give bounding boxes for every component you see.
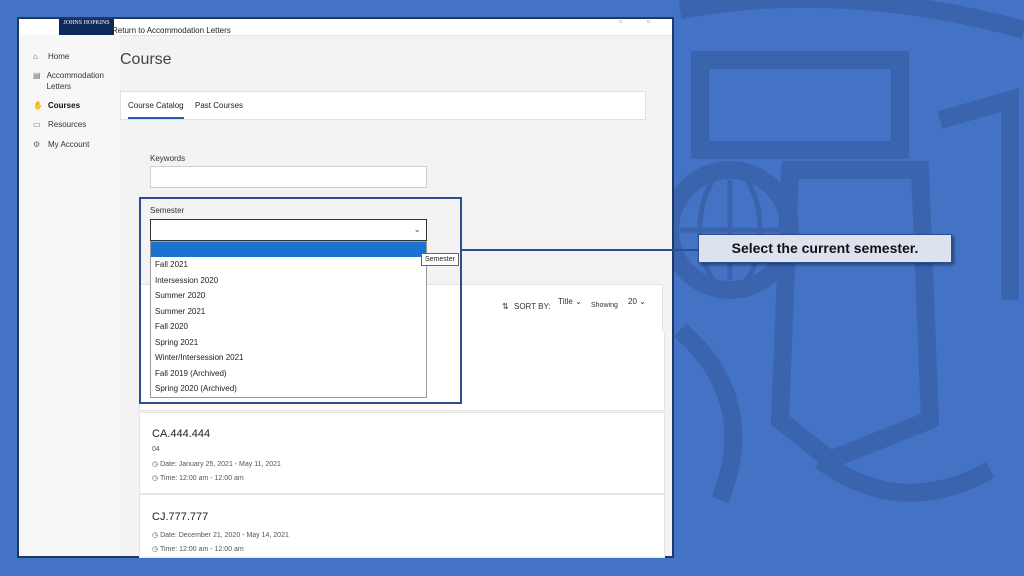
course-time-text: Time: 12:00 am - 12:00 am [159, 475, 244, 482]
sidebar: ⌂ Home ▤ Accommodation Letters ✋ Courses… [19, 35, 119, 555]
course-time-text: Time: 12:00 am - 12:00 am [159, 546, 244, 553]
showing-value: 20 [628, 297, 637, 306]
sidebar-item-label: Accommodation Letters [46, 71, 104, 91]
chevron-down-icon: ⌄ [575, 297, 582, 306]
home-icon: ⌂ [33, 52, 38, 61]
hand-icon: ✋ [33, 101, 43, 110]
notification-icon[interactable]: ▫ [619, 19, 629, 26]
course-time: ◷ Time: 12:00 am - 12:00 am [152, 474, 244, 482]
sidebar-item-label: Home [48, 52, 70, 61]
clock-icon: ◷ [152, 475, 159, 482]
sort-label: SORT BY: [514, 302, 551, 311]
instruction-callout: Select the current semester. [698, 234, 952, 263]
showing-label: Showing [591, 302, 618, 309]
course-card[interactable]: CJ.777.777 ◷ Date: December 21, 2020 - M… [139, 494, 665, 558]
page-title: Course [120, 51, 172, 68]
sidebar-item-label: Courses [48, 101, 81, 110]
tab-past-courses[interactable]: Past Courses [195, 101, 243, 110]
clock-icon: ◷ [152, 532, 159, 539]
course-time: ◷ Time: 12:00 am - 12:00 am [152, 545, 244, 553]
sidebar-item-home[interactable]: ⌂ Home [33, 51, 69, 62]
sort-icon: ⇅ [502, 302, 509, 311]
semester-highlight-box [139, 197, 462, 404]
chevron-down-icon: ⌄ [639, 297, 646, 306]
showing-select[interactable]: 20 ⌄ [628, 297, 646, 306]
clock-icon: ◷ [152, 546, 159, 553]
tab-course-catalog[interactable]: Course Catalog [128, 101, 184, 119]
sidebar-item-label: Resources [48, 120, 87, 129]
logo-text: JOHNS HOPKINS [63, 20, 110, 26]
keywords-input[interactable] [150, 166, 427, 188]
course-tabs: Course Catalog Past Courses [120, 91, 646, 120]
sidebar-item-my-account[interactable]: ⚙ My Account [33, 139, 89, 150]
sort-value: Title [558, 297, 573, 306]
course-date-text: Date: January 25, 2021 - May 11, 2021 [160, 461, 281, 468]
callout-connector-line [462, 249, 698, 251]
return-link[interactable]: Return to Accommodation Letters [112, 26, 231, 35]
course-date-text: Date: December 21, 2020 - May 14, 2021 [160, 532, 289, 539]
course-code: CA.444.444 [152, 428, 211, 440]
course-section: 04 [152, 446, 160, 453]
keywords-label: Keywords [150, 154, 186, 163]
course-code: CJ.777.777 [152, 511, 209, 523]
document-icon: ▤ [33, 71, 41, 80]
sidebar-item-courses[interactable]: ✋ Courses [33, 100, 80, 111]
sidebar-item-accommodation-letters[interactable]: ▤ Accommodation Letters [33, 70, 113, 92]
sort-select[interactable]: Title ⌄ [558, 297, 582, 306]
university-logo: JOHNS HOPKINS [59, 19, 114, 35]
sidebar-item-label: My Account [48, 140, 90, 149]
clock-icon: ◷ [152, 461, 159, 468]
course-date: ◷ Date: December 21, 2020 - May 14, 2021 [152, 531, 289, 539]
user-menu-icon[interactable]: ▫ [647, 19, 657, 26]
sidebar-item-resources[interactable]: ▭ Resources [33, 119, 86, 130]
gear-icon: ⚙ [33, 140, 41, 149]
watermark-seal-icon [661, 0, 1024, 504]
folder-icon: ▭ [33, 120, 41, 129]
course-date: ◷ Date: January 25, 2021 - May 11, 2021 [152, 460, 281, 468]
course-card[interactable]: CA.444.444 04 ◷ Date: January 25, 2021 -… [139, 412, 665, 494]
